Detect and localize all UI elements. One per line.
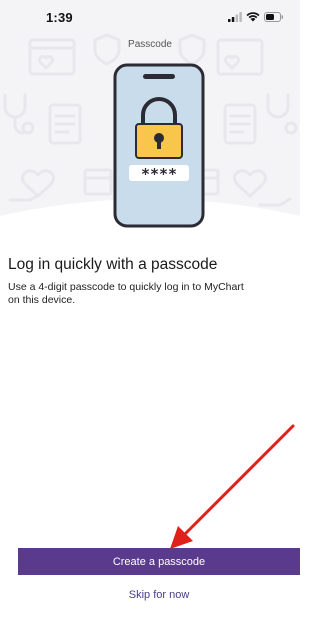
battery-icon (264, 12, 283, 22)
headline: Log in quickly with a passcode (8, 256, 218, 273)
status-bar: 1:39 (0, 0, 300, 34)
document-icon (223, 103, 257, 145)
cellular-signal-icon (228, 12, 242, 22)
passcode-mask: **** (141, 165, 177, 183)
page-title: Passcode (128, 39, 172, 50)
wifi-icon (246, 12, 260, 22)
document-icon (48, 103, 82, 145)
create-passcode-button[interactable]: Create a passcode (18, 548, 300, 575)
phone-lock-illustration: **** (113, 63, 205, 228)
passcode-setup-screen: 1:39 Passcode **** Log in quickly with a… (0, 0, 300, 620)
description: Use a 4-digit passcode to quickly log in… (8, 281, 244, 306)
skip-for-now-link[interactable]: Skip for now (18, 589, 300, 601)
stethoscope-icon (3, 93, 35, 135)
status-time: 1:39 (46, 10, 73, 25)
status-icons (228, 12, 284, 22)
stethoscope-icon (266, 93, 298, 135)
